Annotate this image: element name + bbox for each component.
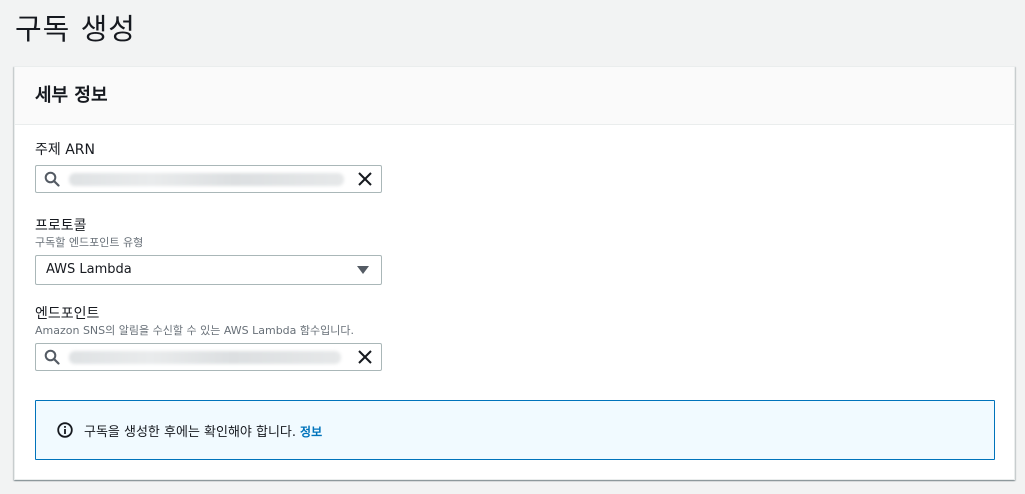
protocol-select[interactable]: AWS Lambda	[35, 255, 382, 285]
protocol-selected-value: AWS Lambda	[46, 262, 132, 277]
caret-down-icon	[357, 266, 369, 274]
protocol-description: 구독할 엔드포인트 유형	[35, 236, 144, 249]
info-link[interactable]: 정보	[300, 425, 322, 439]
page-title: 구독 생성	[15, 12, 136, 46]
clear-icon[interactable]	[357, 171, 373, 187]
redacted-topic-arn	[69, 173, 344, 186]
search-icon	[44, 349, 60, 365]
panel-heading: 세부 정보	[35, 85, 108, 106]
info-message: 구독을 생성한 후에는 확인해야 합니다.	[84, 425, 297, 440]
endpoint-label: 엔드포인트	[35, 306, 100, 322]
clear-icon[interactable]	[357, 349, 373, 365]
topic-arn-field: 주제 ARN	[35, 141, 382, 193]
panel-header: 세부 정보	[15, 67, 1014, 125]
endpoint-input[interactable]	[35, 343, 382, 371]
info-message-wrap: 구독을 생성한 후에는 확인해야 합니다. 정보	[84, 421, 322, 440]
info-alert: 구독을 생성한 후에는 확인해야 합니다. 정보	[35, 400, 995, 460]
topic-arn-label: 주제 ARN	[35, 142, 95, 158]
protocol-field: 프로토콜 구독할 엔드포인트 유형 AWS Lambda	[35, 217, 382, 285]
endpoint-field: 엔드포인트 Amazon SNS의 알림을 수신할 수 있는 AWS Lambd…	[35, 305, 382, 371]
redacted-endpoint	[69, 351, 341, 364]
info-icon	[57, 422, 73, 438]
protocol-label: 프로토콜	[35, 218, 87, 234]
search-icon	[44, 171, 60, 187]
endpoint-description: Amazon SNS의 알림을 수신할 수 있는 AWS Lambda 함수입니…	[35, 324, 354, 337]
topic-arn-input[interactable]	[35, 165, 382, 193]
details-panel: 세부 정보 주제 ARN 프로토콜 구독할 엔드포인트 유형 AWS Lambd…	[14, 66, 1015, 480]
